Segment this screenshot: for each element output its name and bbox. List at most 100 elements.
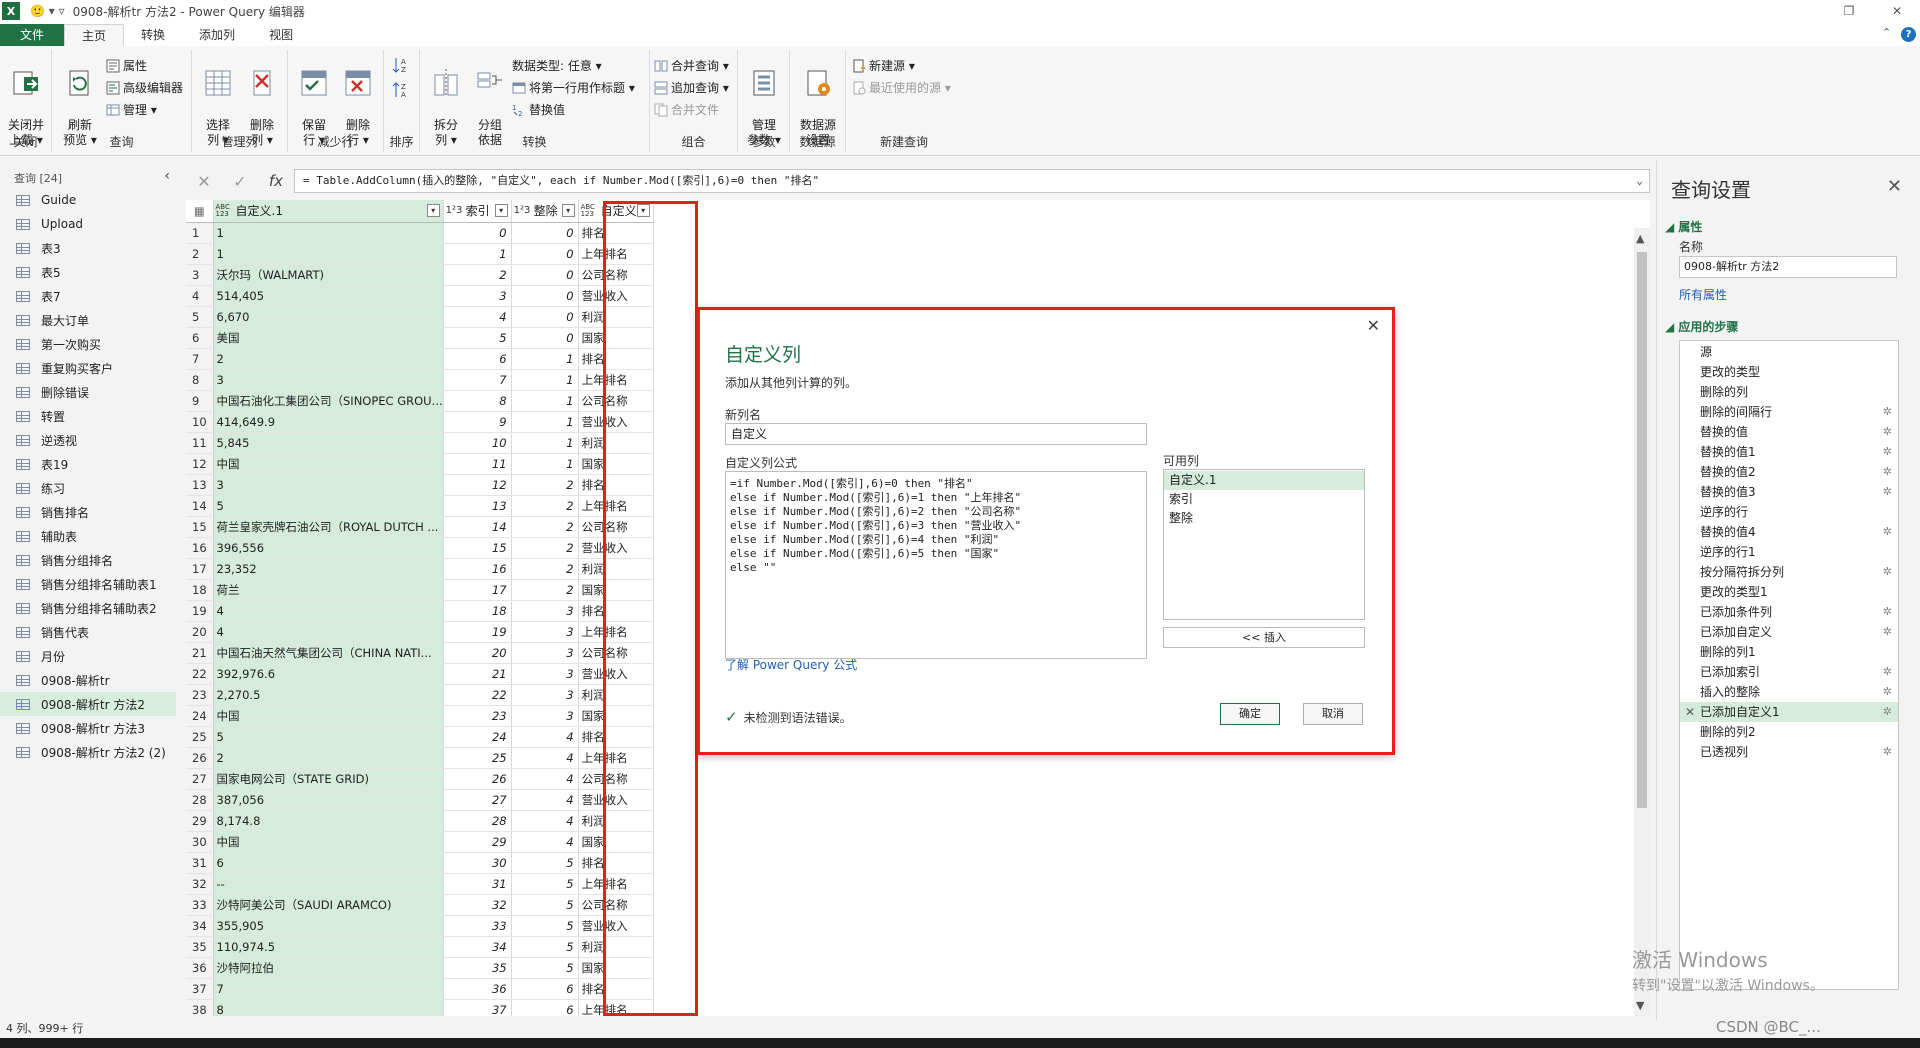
- column-filter-icon[interactable]: ▾: [561, 204, 575, 218]
- applied-step[interactable]: 删除的列1: [1680, 642, 1898, 662]
- cell-intdiv[interactable]: 2: [511, 495, 579, 517]
- confirm-formula-icon[interactable]: ✓: [222, 172, 258, 191]
- cell-custom1[interactable]: 5: [213, 495, 444, 517]
- cell-intdiv[interactable]: 0: [511, 264, 579, 286]
- query-item[interactable]: 转置: [0, 404, 176, 428]
- cell-index[interactable]: 4: [443, 306, 512, 328]
- cell-custom1[interactable]: 荷兰皇家壳牌石油公司（ROYAL DUTCH ...: [213, 516, 444, 538]
- cell-custom[interactable]: 排名: [578, 348, 654, 370]
- cell-custom[interactable]: 国家: [578, 705, 654, 727]
- query-item[interactable]: Guide: [0, 188, 176, 212]
- dialog-close-icon[interactable]: ✕: [1367, 316, 1380, 335]
- cell-intdiv[interactable]: 4: [511, 831, 579, 853]
- applied-step[interactable]: 替换的值3 ✲: [1680, 482, 1898, 502]
- applied-step[interactable]: 插入的整除 ✲: [1680, 682, 1898, 702]
- cell-custom1[interactable]: 2: [213, 747, 444, 769]
- cell-index[interactable]: 30: [443, 852, 512, 874]
- cell-custom[interactable]: 利润: [578, 936, 654, 958]
- cell-custom1[interactable]: 8: [213, 999, 444, 1016]
- query-item[interactable]: 销售分组排名: [0, 548, 176, 572]
- column-filter-icon[interactable]: ▾: [636, 204, 650, 218]
- cell-custom1[interactable]: 中国: [213, 453, 444, 475]
- cell-intdiv[interactable]: 5: [511, 915, 579, 937]
- query-item[interactable]: 第一次购买: [0, 332, 176, 356]
- cell-custom1[interactable]: 荷兰: [213, 579, 444, 601]
- cell-custom1[interactable]: 1: [213, 243, 444, 265]
- scroll-thumb[interactable]: [1637, 252, 1647, 808]
- step-settings-gear-icon[interactable]: ✲: [1883, 742, 1892, 762]
- cell-intdiv[interactable]: 0: [511, 306, 579, 328]
- cell-custom1[interactable]: 6: [213, 852, 444, 874]
- cell-custom[interactable]: 上年排名: [578, 873, 654, 895]
- cell-index[interactable]: 26: [443, 768, 512, 790]
- cell-custom1[interactable]: 沃尔玛（WALMART): [213, 264, 444, 286]
- cell-custom[interactable]: 营业收入: [578, 789, 654, 811]
- applied-step[interactable]: 逆序的行1: [1680, 542, 1898, 562]
- cell-index[interactable]: 8: [443, 390, 512, 412]
- cell-custom[interactable]: 公司名称: [578, 768, 654, 790]
- cell-custom[interactable]: 利润: [578, 684, 654, 706]
- close-window-icon[interactable]: ✕: [1874, 0, 1920, 22]
- tab-transform[interactable]: 转换: [124, 24, 182, 46]
- query-item[interactable]: 表5: [0, 260, 176, 284]
- cell-custom1[interactable]: 3: [213, 369, 444, 391]
- cell-intdiv[interactable]: 2: [511, 474, 579, 496]
- sort-descending-button[interactable]: ZA: [392, 80, 410, 100]
- cell-index[interactable]: 23: [443, 705, 512, 727]
- step-settings-gear-icon[interactable]: ✲: [1883, 402, 1892, 422]
- available-column-item[interactable]: 索引: [1164, 490, 1364, 509]
- cell-intdiv[interactable]: 3: [511, 684, 579, 706]
- cell-custom[interactable]: 排名: [578, 852, 654, 874]
- query-item[interactable]: 表7: [0, 284, 176, 308]
- cell-custom1[interactable]: 中国: [213, 831, 444, 853]
- column-header[interactable]: 1²3 整除 ▾: [511, 200, 579, 223]
- cell-intdiv[interactable]: 1: [511, 411, 579, 433]
- cell-custom[interactable]: 排名: [578, 222, 654, 244]
- cell-intdiv[interactable]: 3: [511, 705, 579, 727]
- applied-step[interactable]: 删除的列2: [1680, 722, 1898, 742]
- step-settings-gear-icon[interactable]: ✲: [1883, 562, 1892, 582]
- applied-steps-header[interactable]: ◢ 应用的步骤: [1665, 318, 1738, 335]
- cell-index[interactable]: 2: [443, 264, 512, 286]
- cell-custom1[interactable]: 23,352: [213, 558, 444, 580]
- cell-intdiv[interactable]: 4: [511, 810, 579, 832]
- applied-step[interactable]: 更改的类型1: [1680, 582, 1898, 602]
- step-settings-gear-icon[interactable]: ✲: [1883, 682, 1892, 702]
- cell-custom[interactable]: 公司名称: [578, 264, 654, 286]
- query-item[interactable]: Upload: [0, 212, 176, 236]
- cell-index[interactable]: 34: [443, 936, 512, 958]
- cancel-button[interactable]: 取消: [1303, 703, 1363, 725]
- cell-intdiv[interactable]: 0: [511, 222, 579, 244]
- learn-power-query-link[interactable]: 了解 Power Query 公式: [725, 656, 857, 673]
- cell-custom1[interactable]: 396,556: [213, 537, 444, 559]
- cell-intdiv[interactable]: 1: [511, 348, 579, 370]
- all-properties-link[interactable]: 所有属性: [1679, 286, 1727, 303]
- cell-intdiv[interactable]: 4: [511, 768, 579, 790]
- append-queries-button[interactable]: 追加查询 ▾: [654, 78, 729, 98]
- collapse-queries-icon[interactable]: ‹: [164, 168, 170, 184]
- cell-intdiv[interactable]: 3: [511, 642, 579, 664]
- collapse-ribbon-icon[interactable]: ⌃: [1882, 26, 1891, 39]
- cell-custom1[interactable]: 8,174.8: [213, 810, 444, 832]
- step-settings-gear-icon[interactable]: ✲: [1883, 622, 1892, 642]
- cell-intdiv[interactable]: 6: [511, 999, 579, 1016]
- tab-add-column[interactable]: 添加列: [182, 24, 252, 46]
- cell-index[interactable]: 32: [443, 894, 512, 916]
- applied-step[interactable]: 替换的值2 ✲: [1680, 462, 1898, 482]
- query-item[interactable]: 销售分组排名辅助表1: [0, 572, 176, 596]
- cell-custom[interactable]: 国家: [578, 957, 654, 979]
- column-type-icon[interactable]: ABC 123: [216, 203, 236, 218]
- query-item[interactable]: 0908-解析tr 方法3: [0, 716, 176, 740]
- recent-sources-button[interactable]: 最近使用的源 ▾: [852, 78, 951, 98]
- cell-intdiv[interactable]: 2: [511, 516, 579, 538]
- query-item[interactable]: 销售分组排名辅助表2: [0, 596, 176, 620]
- cell-custom1[interactable]: 中国: [213, 705, 444, 727]
- data-type-dropdown[interactable]: 数据类型: 任意 ▾: [512, 56, 602, 76]
- insert-button[interactable]: << 插入: [1163, 627, 1365, 648]
- query-item[interactable]: 最大订单: [0, 308, 176, 332]
- cell-index[interactable]: 5: [443, 327, 512, 349]
- cell-custom[interactable]: 国家: [578, 453, 654, 475]
- query-item[interactable]: 练习: [0, 476, 176, 500]
- query-item[interactable]: 月份: [0, 644, 176, 668]
- cell-index[interactable]: 35: [443, 957, 512, 979]
